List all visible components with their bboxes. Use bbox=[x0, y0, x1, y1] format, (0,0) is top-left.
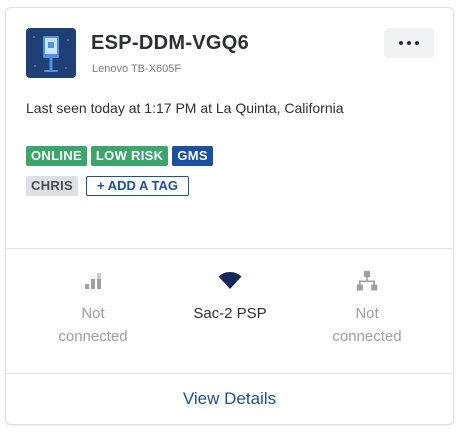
more-horizontal-icon bbox=[399, 41, 403, 45]
add-tag-button[interactable]: + ADD A TAG bbox=[85, 176, 189, 196]
device-card: ESP-DDM-VGQ6 Lenovo TB-X605F Last seen t… bbox=[5, 7, 454, 425]
wifi-icon bbox=[160, 266, 300, 296]
status-badge-low-risk: LOW RISK bbox=[90, 146, 169, 166]
user-tag-chris[interactable]: CHRIS bbox=[26, 176, 78, 196]
kiosk-icon bbox=[26, 28, 76, 78]
cellular-label-line2: connected bbox=[58, 328, 128, 345]
user-tags: CHRIS + ADD A TAG bbox=[26, 176, 189, 196]
divider bbox=[6, 373, 453, 374]
network-label-line1: Not bbox=[355, 305, 379, 322]
last-seen-text: Last seen today at 1:17 PM at La Quinta,… bbox=[26, 100, 344, 116]
more-horizontal-icon bbox=[415, 41, 419, 45]
status-badge-gms: GMS bbox=[172, 146, 213, 166]
device-model: Lenovo TB-X605F bbox=[92, 63, 182, 75]
more-horizontal-icon bbox=[407, 41, 411, 45]
cellular-signal-icon bbox=[23, 266, 163, 296]
status-badge-online: ONLINE bbox=[26, 146, 87, 166]
network-status: Not connected bbox=[297, 266, 437, 348]
device-name: ESP-DDM-VGQ6 bbox=[91, 32, 250, 54]
cellular-status: Not connected bbox=[23, 266, 163, 348]
more-options-button[interactable] bbox=[384, 28, 434, 58]
status-badges: ONLINE LOW RISK GMS bbox=[26, 146, 213, 166]
cellular-label-line1: Not bbox=[81, 305, 105, 322]
network-icon bbox=[297, 266, 437, 296]
network-label-line2: connected bbox=[332, 328, 402, 345]
wifi-network-name: Sac-2 PSP bbox=[193, 305, 267, 322]
view-details-link[interactable]: View Details bbox=[6, 389, 453, 409]
divider bbox=[6, 248, 453, 249]
wifi-status: Sac-2 PSP bbox=[160, 266, 300, 325]
